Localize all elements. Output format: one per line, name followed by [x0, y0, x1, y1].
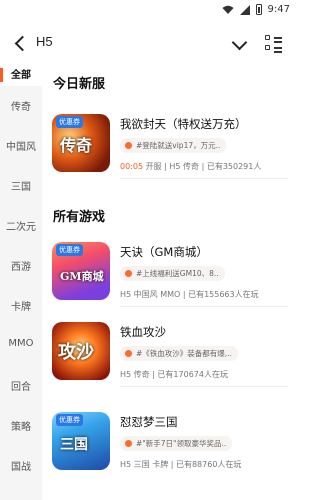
category-sidebar: 全部 传奇 中国风 三国 二次元 西游 卡牌 MMO 回合 策略 国战 — [0, 66, 42, 500]
list-item[interactable]: 优惠券 传奇 我欲封天（特权送万充） #登陆就送vip17，万元.. 00:05… — [52, 114, 292, 184]
game-title: 怼怼梦三国 — [120, 415, 178, 429]
thumbnail-art-text: 三国 — [60, 437, 88, 453]
game-thumbnail: 优惠券 GM商城 — [52, 242, 110, 300]
sidebar-item-chinese-style[interactable]: 中国风 — [0, 138, 42, 153]
game-title: 我欲封天（特权送万充） — [120, 117, 247, 131]
wifi-icon — [222, 5, 234, 14]
sidebar-item-anime[interactable]: 二次元 — [0, 218, 42, 233]
game-title: 天诀（GM商城） — [120, 245, 208, 259]
sidebar-item-label: 传奇 — [11, 102, 31, 113]
section-title-today: 今日新服 — [53, 77, 106, 92]
sidebar-item-label: 国战 — [11, 462, 31, 473]
game-thumbnail: 优惠券 传奇 — [52, 114, 110, 172]
coupon-badge: 优惠券 — [56, 116, 83, 128]
divider — [120, 178, 288, 179]
sidebar-item-chuanqi[interactable]: 传奇 — [0, 98, 42, 113]
sidebar-item-label: 卡牌 — [11, 302, 31, 313]
sidebar-item-journey-west[interactable]: 西游 — [0, 258, 42, 273]
grid-list-icon[interactable] — [264, 34, 284, 54]
game-list-content: 今日新服 优惠券 传奇 我欲封天（特权送万充） #登陆就送vip17，万元.. … — [42, 66, 300, 500]
app-bar: H5 — [0, 22, 300, 66]
status-time: 9:47 — [267, 4, 290, 15]
status-bar: 9:47 — [0, 0, 300, 22]
section-title-all: 所有游戏 — [53, 210, 106, 225]
game-meta: 00:05 开服 | H5 传奇 | 已有350291人 — [120, 162, 262, 171]
battery-icon — [255, 4, 262, 15]
fire-icon — [125, 142, 132, 149]
divider — [120, 306, 288, 307]
sidebar-item-label: 二次元 — [6, 222, 36, 233]
chevron-down-icon[interactable] — [227, 32, 251, 56]
game-meta: H5 中国风 MMO | 已有155663人在玩 — [120, 290, 259, 299]
thumbnail-art-text: 攻沙 — [58, 342, 94, 363]
thumbnail-art-text: 传奇 — [60, 136, 93, 155]
fire-icon — [125, 350, 132, 357]
game-meta: H5 三国 卡牌 | 已有88760人在玩 — [120, 460, 242, 469]
game-thumbnail: 攻沙 — [52, 322, 110, 380]
sidebar-item-label: 全部 — [11, 70, 31, 81]
signal-icon — [239, 4, 250, 15]
promo-tag: #登陆就送vip17，万元.. — [120, 138, 227, 153]
sidebar-item-label: 回合 — [11, 382, 31, 393]
page-title: H5 — [36, 34, 53, 49]
coupon-badge: 优惠券 — [56, 244, 83, 256]
promo-tag: #"新手7日"领取豪华奖品.. — [120, 436, 233, 451]
sidebar-item-label: 三国 — [11, 182, 31, 193]
open-time: 00:05 — [120, 162, 144, 171]
promo-tag: #《铁血攻沙》装备都有爆,.. — [120, 346, 238, 361]
sidebar-item-turn-based[interactable]: 回合 — [0, 378, 42, 393]
sidebar-item-label: 西游 — [11, 262, 31, 273]
list-item[interactable]: 攻沙 铁血攻沙 #《铁血攻沙》装备都有爆,.. H5 传奇 | 已有170674… — [52, 322, 292, 392]
sidebar-item-three-kingdoms[interactable]: 三国 — [0, 178, 42, 193]
game-thumbnail: 优惠券 三国 — [52, 412, 110, 470]
sidebar-item-strategy[interactable]: 策略 — [0, 418, 42, 433]
game-title: 铁血攻沙 — [120, 325, 166, 339]
sidebar-item-label: 中国风 — [6, 142, 36, 153]
list-item[interactable]: 优惠券 GM商城 天诀（GM商城） #上线福利送GM10、8.. H5 中国风 … — [52, 242, 292, 312]
sidebar-item-label: MMO — [8, 338, 34, 349]
thumbnail-art-text: GM商城 — [60, 270, 104, 283]
status-icons: 9:47 — [222, 4, 290, 15]
sidebar-item-mmo[interactable]: MMO — [0, 338, 42, 349]
sidebar-item-nation-war[interactable]: 国战 — [0, 458, 42, 473]
sidebar-item-card[interactable]: 卡牌 — [0, 298, 42, 313]
fire-icon — [125, 440, 132, 447]
coupon-badge: 优惠券 — [56, 414, 83, 426]
back-icon[interactable] — [12, 33, 30, 55]
list-item[interactable]: 优惠券 三国 怼怼梦三国 #"新手7日"领取豪华奖品.. H5 三国 卡牌 | … — [52, 412, 292, 482]
sidebar-item-all[interactable]: 全部 — [0, 66, 42, 86]
game-meta: H5 传奇 | 已有170674人在玩 — [120, 370, 228, 379]
fire-icon — [125, 270, 132, 277]
sidebar-item-label: 策略 — [11, 422, 31, 433]
divider — [120, 386, 288, 387]
promo-tag: #上线福利送GM10、8.. — [120, 266, 225, 281]
